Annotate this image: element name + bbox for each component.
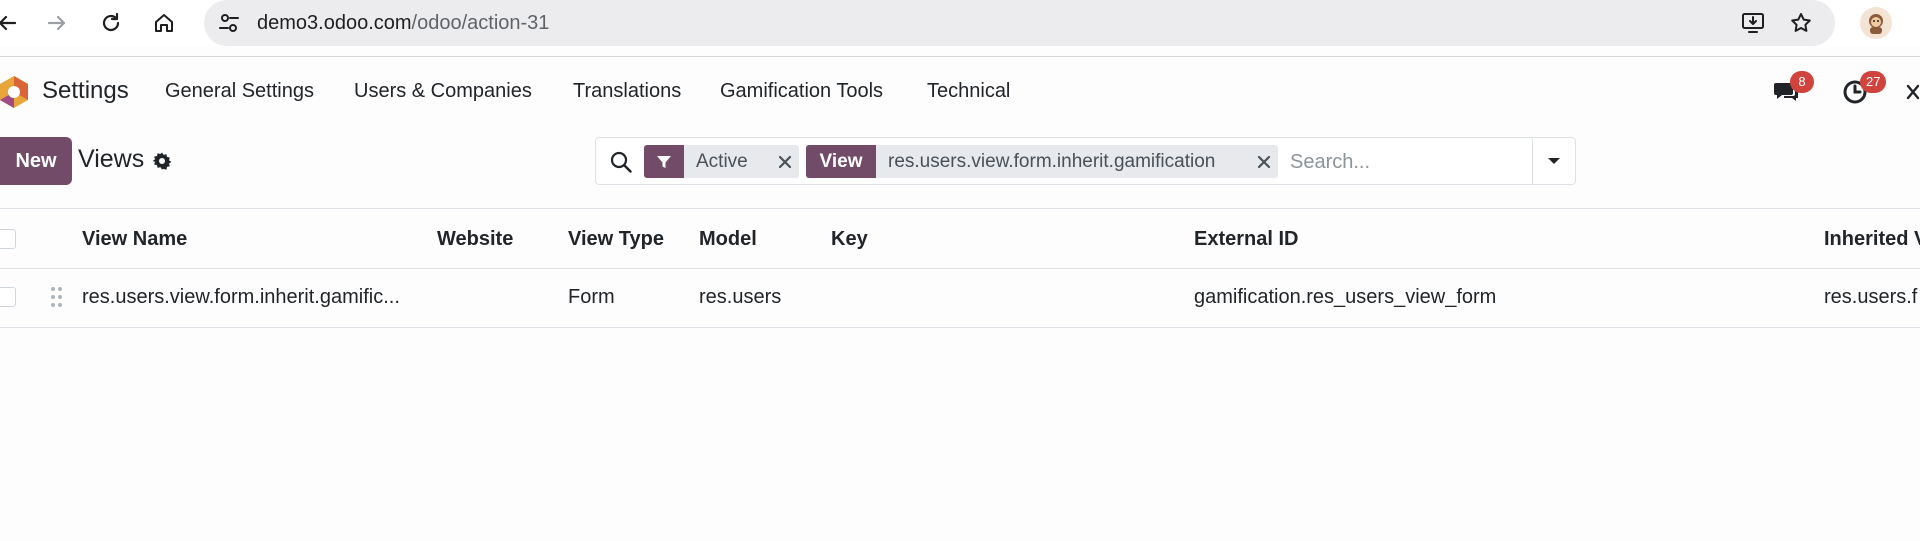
drag-handle-icon[interactable] — [50, 286, 64, 308]
forward-icon[interactable] — [40, 6, 74, 40]
menu-technical[interactable]: Technical — [927, 57, 1010, 125]
menu-users-companies[interactable]: Users & Companies — [354, 57, 532, 125]
activity-menu[interactable]: 27 — [1838, 71, 1887, 109]
facet-view: View res.users.view.form.inherit.gamific… — [806, 145, 1278, 178]
header-divider — [0, 268, 1920, 269]
cell-view-type[interactable]: Form — [568, 286, 615, 309]
site-settings-icon[interactable] — [216, 10, 242, 36]
url-host: demo3.odoo.com — [257, 12, 412, 34]
browser-toolbar: demo3.odoo.com/odoo/action-31 — [0, 0, 1920, 46]
remove-facet-icon[interactable] — [771, 145, 799, 178]
back-icon[interactable] — [0, 6, 24, 40]
column-header-key[interactable]: Key — [831, 228, 868, 251]
facet-view-value: res.users.view.form.inherit.gamification — [888, 150, 1216, 172]
cell-inherited-view[interactable]: res.users.f — [1824, 286, 1917, 309]
close-icon[interactable] — [1902, 75, 1920, 109]
install-app-icon[interactable] — [1740, 10, 1766, 36]
activities-count-badge: 27 — [1860, 71, 1887, 93]
profile-avatar-icon[interactable] — [1860, 7, 1892, 39]
select-all-checkbox[interactable] — [0, 229, 16, 249]
cell-view-name[interactable]: res.users.view.form.inherit.gamific... — [82, 286, 400, 309]
facet-active-value: Active — [696, 150, 748, 172]
cell-external-id[interactable]: gamification.res_users_view_form — [1194, 286, 1496, 309]
column-header-website[interactable]: Website — [437, 228, 513, 251]
filter-icon — [644, 145, 684, 178]
menu-general-settings[interactable]: General Settings — [165, 57, 314, 125]
menu-gamification-tools[interactable]: Gamification Tools — [720, 57, 883, 125]
search-input[interactable] — [1288, 146, 1528, 178]
menu-translations[interactable]: Translations — [573, 57, 681, 125]
facet-active-filter: Active — [644, 145, 799, 178]
address-bar[interactable]: demo3.odoo.com/odoo/action-31 — [204, 0, 1835, 46]
caret-down-icon — [1548, 158, 1560, 164]
home-icon[interactable] — [147, 6, 181, 40]
column-header-model[interactable]: Model — [699, 228, 757, 251]
cell-model[interactable]: res.users — [699, 286, 781, 309]
column-header-inherited-view[interactable]: Inherited V — [1824, 228, 1920, 251]
main-navbar: Settings General Settings Users & Compan… — [0, 57, 1920, 125]
messaging-menu[interactable]: 8 — [1770, 71, 1814, 109]
row-checkbox[interactable] — [0, 287, 16, 307]
remove-facet-icon[interactable] — [1250, 145, 1278, 178]
column-header-view-name[interactable]: View Name — [82, 228, 187, 251]
search-options-toggle[interactable] — [1532, 138, 1575, 184]
reload-icon[interactable] — [94, 6, 128, 40]
search-icon[interactable] — [608, 149, 634, 175]
bookmark-star-icon[interactable] — [1788, 10, 1814, 36]
column-header-external-id[interactable]: External ID — [1194, 228, 1298, 251]
url-path: /odoo/action-31 — [411, 12, 550, 34]
new-button[interactable]: New — [0, 137, 72, 185]
search-bar: Active View res.users.view.form.inherit.… — [595, 137, 1576, 185]
settings-app-icon[interactable] — [0, 75, 30, 109]
list-top-divider — [0, 208, 1920, 209]
row-divider — [0, 327, 1920, 328]
app-name[interactable]: Settings — [42, 57, 129, 125]
gear-icon[interactable] — [151, 150, 173, 172]
breadcrumb: Views — [78, 145, 145, 173]
messages-count-badge: 8 — [1790, 71, 1814, 93]
facet-view-label: View — [806, 145, 876, 178]
url-text: demo3.odoo.com/odoo/action-31 — [257, 11, 549, 35]
column-header-view-type[interactable]: View Type — [568, 228, 664, 251]
